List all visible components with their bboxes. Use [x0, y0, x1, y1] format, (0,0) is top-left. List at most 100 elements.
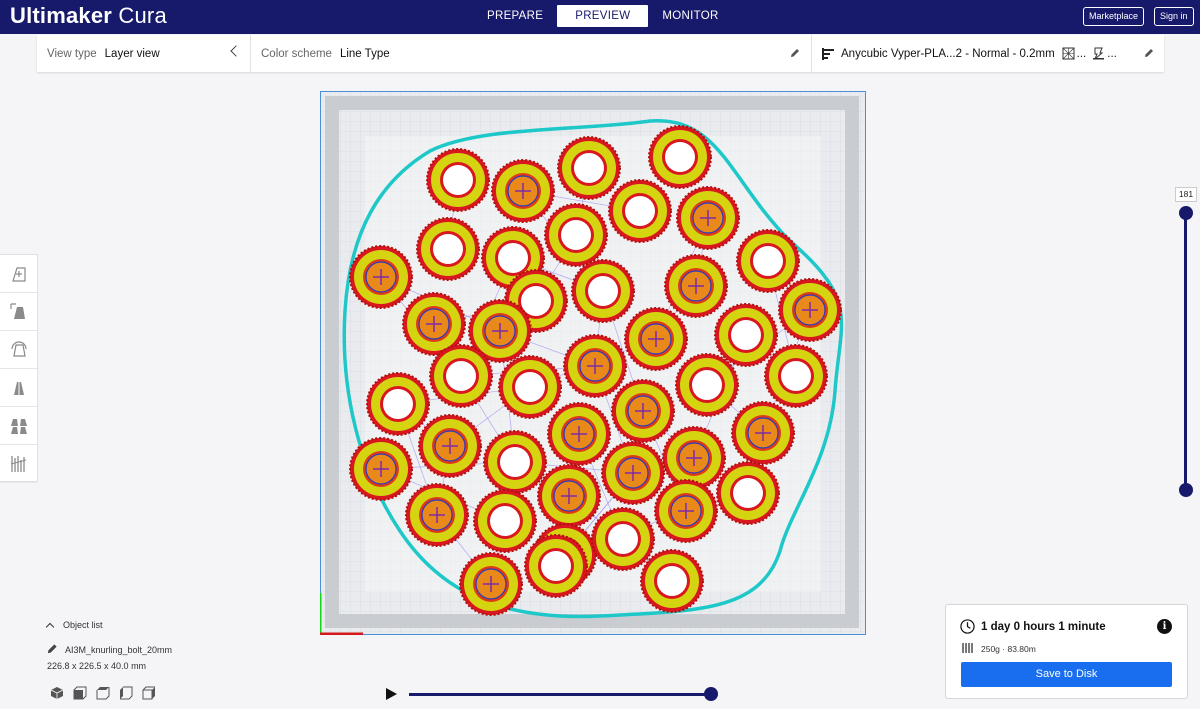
clock-icon [960, 619, 975, 634]
printed-part[interactable] [714, 303, 778, 367]
printed-part[interactable] [640, 549, 704, 613]
tab-monitor[interactable]: MONITOR [648, 5, 732, 27]
hole [490, 506, 520, 536]
printed-part[interactable] [544, 203, 608, 267]
printed-part[interactable] [483, 430, 547, 494]
printed-part[interactable] [349, 245, 413, 309]
printer-settings-selector[interactable]: Anycubic Vyper-PLA...2 - Normal - 0.2mm … [812, 35, 1164, 72]
hole [383, 389, 413, 419]
hole [521, 286, 551, 316]
tool-support-blocker[interactable] [0, 445, 37, 483]
object-dimensions: 226.8 x 226.5 x 40.0 mm [47, 661, 147, 671]
top-view-button[interactable] [96, 686, 110, 700]
hole [665, 142, 695, 172]
printed-part[interactable] [416, 217, 480, 281]
collapse-chevron-icon[interactable] [230, 45, 242, 57]
right-view-button[interactable] [142, 686, 156, 700]
printed-part[interactable] [591, 507, 655, 571]
printed-part[interactable] [405, 483, 469, 547]
adhesion-icon [1093, 47, 1105, 60]
tool-mirror[interactable] [0, 369, 37, 407]
printed-part[interactable] [366, 372, 430, 436]
hole [625, 196, 655, 226]
app-header: Ultimaker Cura PREPARE PREVIEW MONITOR M… [0, 0, 1200, 34]
hole [781, 361, 811, 391]
printed-part[interactable] [654, 479, 718, 543]
front-view-button[interactable] [73, 686, 87, 700]
layer-slider-bottom-handle[interactable] [1179, 483, 1193, 497]
printed-part[interactable] [675, 353, 739, 417]
printed-part[interactable] [608, 179, 672, 243]
printed-part[interactable] [429, 344, 493, 408]
tab-prepare[interactable]: PREPARE [473, 5, 557, 27]
printed-part[interactable] [778, 278, 842, 342]
tool-scale[interactable] [0, 293, 37, 331]
printed-part[interactable] [664, 254, 728, 318]
left-view-icon [120, 686, 133, 700]
sign-in-button[interactable]: Sign in [1154, 7, 1194, 26]
printed-part[interactable] [611, 379, 675, 443]
tool-rotate[interactable] [0, 331, 37, 369]
info-icon[interactable]: i [1157, 619, 1172, 634]
tool-panel [0, 254, 38, 483]
object-name-row[interactable]: AI3M_knurling_bolt_20mm [47, 642, 172, 655]
3d-view-button[interactable] [50, 686, 64, 700]
tool-move[interactable] [0, 255, 37, 293]
printed-part[interactable] [731, 401, 795, 465]
printed-part[interactable] [764, 344, 828, 408]
printed-part[interactable] [537, 464, 601, 528]
estimated-print-time: 1 day 0 hours 1 minute [981, 621, 1106, 633]
printed-part[interactable] [349, 437, 413, 501]
printed-part[interactable] [563, 334, 627, 398]
printed-part[interactable] [459, 552, 523, 616]
print-settings-icon [822, 47, 834, 60]
path-slider-handle[interactable] [704, 687, 718, 701]
tool-per-model-settings[interactable] [0, 407, 37, 445]
printed-part[interactable] [491, 159, 555, 223]
color-scheme-selector[interactable]: Color scheme Line Type [251, 35, 812, 72]
support-ellipsis: ... [1076, 47, 1087, 60]
printed-part[interactable] [624, 307, 688, 371]
camera-view-buttons [50, 686, 156, 700]
hole [588, 276, 618, 306]
tab-preview[interactable]: PREVIEW [557, 5, 649, 27]
printed-part[interactable] [498, 355, 562, 419]
marketplace-button[interactable]: Marketplace [1083, 7, 1145, 26]
edit-pencil-icon[interactable] [1143, 47, 1155, 59]
hole [753, 246, 783, 276]
layer-slider-top-handle[interactable] [1179, 206, 1193, 220]
stage-tabs: PREPARE PREVIEW MONITOR [473, 5, 733, 27]
printed-part[interactable] [716, 461, 780, 525]
3d-view-icon [50, 687, 64, 699]
play-button[interactable] [386, 688, 397, 700]
printed-part[interactable] [736, 229, 800, 293]
left-view-button[interactable] [119, 686, 133, 700]
printed-part[interactable] [601, 441, 665, 505]
printed-part[interactable] [426, 148, 490, 212]
printed-part[interactable] [662, 426, 726, 490]
printed-part[interactable] [547, 402, 611, 466]
hole [446, 361, 476, 391]
view-type-selector[interactable]: View type Layer view [37, 35, 251, 72]
printed-part[interactable] [524, 534, 588, 598]
right-view-icon [142, 686, 155, 700]
object-list-toggle[interactable]: Object list [45, 620, 103, 632]
printed-part[interactable] [571, 259, 635, 323]
edit-pencil-icon[interactable] [789, 47, 801, 59]
print-info-panel: 1 day 0 hours 1 minute 250g · 83.80m i S… [945, 604, 1188, 699]
path-slider-track[interactable] [409, 693, 711, 696]
rotate-icon [10, 340, 27, 357]
hole [657, 566, 687, 596]
hole [574, 153, 604, 183]
printed-part[interactable] [648, 125, 712, 189]
printed-part[interactable] [418, 414, 482, 478]
hole [541, 551, 571, 581]
current-layer-input[interactable]: 181 [1175, 187, 1197, 202]
build-plate-viewport[interactable] [320, 91, 866, 635]
layer-slider-track[interactable] [1184, 212, 1187, 490]
printed-part[interactable] [473, 489, 537, 553]
printed-part[interactable] [557, 136, 621, 200]
top-view-icon [96, 687, 110, 700]
printed-part[interactable] [676, 186, 740, 250]
save-to-disk-button[interactable]: Save to Disk [961, 662, 1172, 687]
